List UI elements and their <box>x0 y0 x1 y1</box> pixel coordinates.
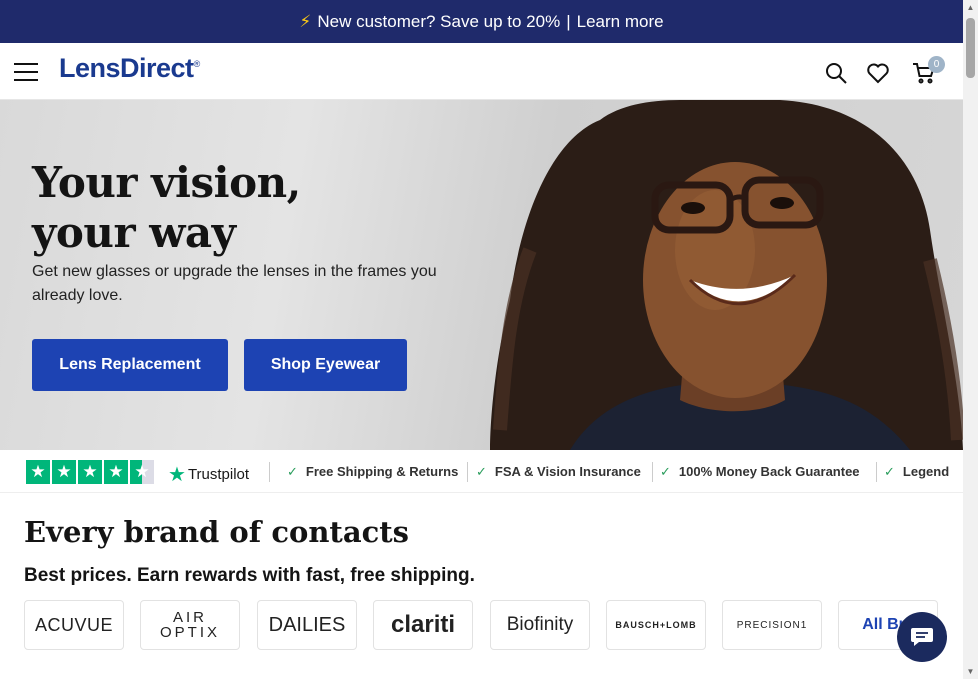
feature-free-shipping: ✓ Free Shipping & Returns <box>287 464 459 479</box>
half-star-icon: ★ <box>130 460 154 484</box>
brand-precision1[interactable]: PRECISION1 <box>722 600 822 650</box>
check-icon: ✓ <box>476 464 487 479</box>
chat-bubble-icon <box>911 628 933 646</box>
trustpilot-star-icon: ★ <box>168 464 186 486</box>
check-icon: ✓ <box>884 464 895 479</box>
hero-portrait-image <box>490 100 963 450</box>
check-icon: ✓ <box>287 464 298 479</box>
star-icon: ★ <box>52 460 76 484</box>
page-scrollbar[interactable] <box>963 0 978 679</box>
feature-money-back: ✓ 100% Money Back Guarantee <box>660 464 860 479</box>
check-icon: ✓ <box>660 464 671 479</box>
brands-heading: Every brand of contacts <box>24 515 410 549</box>
divider <box>876 462 877 482</box>
brand-biofinity[interactable]: Biofinity <box>490 600 590 650</box>
shop-eyewear-button[interactable]: Shop Eyewear <box>244 339 407 391</box>
search-icon[interactable] <box>824 61 848 85</box>
site-header: LensDirect® <box>0 43 963 100</box>
promo-separator: | <box>566 11 571 31</box>
divider <box>467 462 468 482</box>
cart-count-badge: 0 <box>928 56 945 73</box>
brands-subheading: Best prices. Earn rewards with fast, fre… <box>24 565 475 586</box>
brand-bausch-lomb[interactable]: BAUSCH+LOMB <box>606 600 706 650</box>
trustpilot-logo[interactable]: ★ Trustpilot <box>168 462 249 487</box>
menu-icon[interactable] <box>14 63 38 81</box>
divider <box>269 462 270 482</box>
trustpilot-rating-stars: ★ ★ ★ ★ ★ <box>26 460 156 484</box>
hero-title: Your vision, your way <box>32 158 301 257</box>
chat-button[interactable] <box>897 612 947 662</box>
brand-clariti[interactable]: clariti <box>373 600 473 650</box>
promo-banner[interactable]: ⚡ New customer? Save up to 20% | Learn m… <box>0 0 963 43</box>
promo-text: New customer? Save up to 20% <box>317 11 561 31</box>
hero-banner: Your vision, your way Get new glasses or … <box>0 100 963 450</box>
brand-dailies[interactable]: DAILIES <box>257 600 357 650</box>
lightning-icon: ⚡ <box>299 11 312 31</box>
lensdirect-logo[interactable]: LensDirect® <box>59 53 200 84</box>
brand-acuvue[interactable]: ACUVUE <box>24 600 124 650</box>
star-icon: ★ <box>104 460 128 484</box>
feature-fsa-insurance: ✓ FSA & Vision Insurance <box>476 464 641 479</box>
heart-icon[interactable] <box>866 61 890 85</box>
star-icon: ★ <box>26 460 50 484</box>
hero-subtitle: Get new glasses or upgrade the lenses in… <box>32 263 437 304</box>
divider <box>652 462 653 482</box>
scroll-down-arrow-icon[interactable]: ▼ <box>966 667 975 676</box>
promo-learn-more-link[interactable]: Learn more <box>577 12 664 32</box>
feature-legend: ✓ Legend <box>884 464 950 479</box>
scrollbar-thumb[interactable] <box>966 18 975 78</box>
lens-replacement-button[interactable]: Lens Replacement <box>32 339 228 391</box>
trust-bar: ★ ★ ★ ★ ★ ★ Trustpilot ✓ Free Shipping & R… <box>0 450 963 493</box>
brand-air-optix[interactable]: AIR OPTIX <box>140 600 240 650</box>
star-icon: ★ <box>78 460 102 484</box>
scroll-up-arrow-icon[interactable]: ▲ <box>966 3 975 12</box>
